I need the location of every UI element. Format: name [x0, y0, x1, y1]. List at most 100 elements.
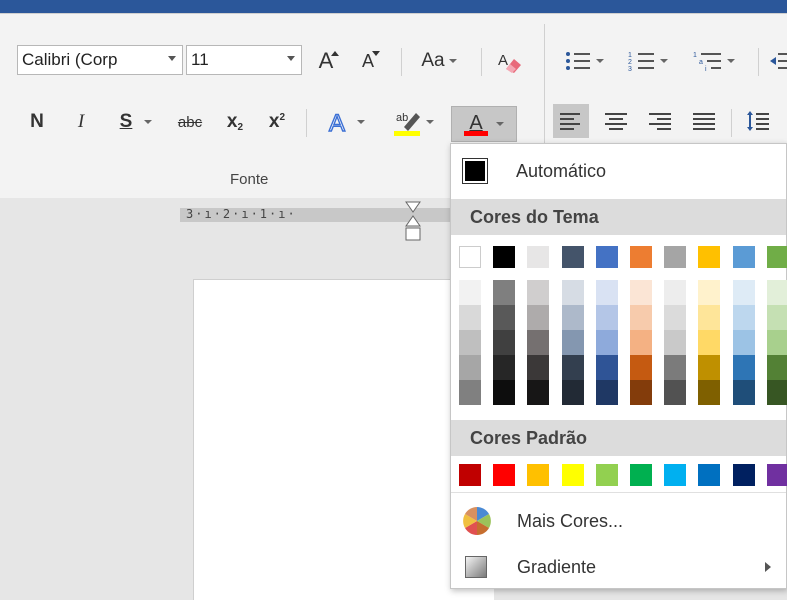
theme-shade-swatch[interactable]: [732, 355, 755, 380]
theme-shade-swatch[interactable]: [493, 330, 516, 355]
theme-shade-swatch[interactable]: [766, 280, 787, 305]
font-color-button[interactable]: A: [451, 106, 517, 142]
theme-shade-swatch[interactable]: [459, 355, 481, 380]
theme-color-swatch[interactable]: [698, 246, 721, 268]
theme-color-swatch[interactable]: [459, 246, 481, 268]
theme-shade-swatch[interactable]: [459, 305, 481, 330]
standard-color-swatch[interactable]: [766, 464, 787, 486]
standard-color-swatch[interactable]: [561, 464, 584, 486]
theme-shade-swatch[interactable]: [493, 305, 516, 330]
theme-shade-swatch[interactable]: [698, 355, 721, 380]
theme-shade-swatch[interactable]: [698, 305, 721, 330]
theme-shade-swatch[interactable]: [698, 330, 721, 355]
theme-shade-swatch[interactable]: [459, 280, 481, 305]
theme-color-swatch[interactable]: [493, 246, 516, 268]
standard-color-swatch[interactable]: [493, 464, 516, 486]
chevron-down-icon[interactable]: [287, 56, 295, 61]
theme-shade-swatch[interactable]: [630, 380, 652, 405]
theme-shade-swatch[interactable]: [527, 280, 550, 305]
theme-shade-swatch[interactable]: [630, 355, 652, 380]
theme-shade-swatch[interactable]: [664, 305, 687, 330]
theme-shade-swatch[interactable]: [561, 280, 584, 305]
underline-button[interactable]: S: [110, 107, 162, 137]
decrease-indent-button[interactable]: [766, 46, 787, 76]
bullets-button[interactable]: [556, 46, 612, 76]
shrink-font-button[interactable]: A: [354, 47, 388, 75]
theme-shade-swatch[interactable]: [630, 305, 652, 330]
theme-shade-swatch[interactable]: [664, 380, 687, 405]
standard-color-swatch[interactable]: [732, 464, 755, 486]
theme-shade-swatch[interactable]: [595, 355, 618, 380]
document-page[interactable]: [193, 279, 494, 600]
font-name-combo[interactable]: Calibri (Corp: [17, 45, 183, 75]
theme-shade-swatch[interactable]: [493, 380, 516, 405]
superscript-button[interactable]: x2: [262, 107, 292, 137]
standard-color-swatch[interactable]: [664, 464, 687, 486]
change-case-button[interactable]: Aa: [408, 47, 470, 75]
standard-color-swatch[interactable]: [630, 464, 652, 486]
theme-shade-swatch[interactable]: [766, 330, 787, 355]
theme-shade-swatch[interactable]: [595, 280, 618, 305]
theme-shade-swatch[interactable]: [561, 305, 584, 330]
theme-color-swatch[interactable]: [561, 246, 584, 268]
gradient-item[interactable]: Gradiente: [451, 547, 786, 587]
theme-shade-swatch[interactable]: [459, 380, 481, 405]
theme-shade-swatch[interactable]: [766, 355, 787, 380]
theme-shade-swatch[interactable]: [561, 330, 584, 355]
theme-shade-swatch[interactable]: [630, 330, 652, 355]
theme-color-swatch[interactable]: [766, 246, 787, 268]
theme-shade-swatch[interactable]: [561, 355, 584, 380]
align-left-button[interactable]: [553, 104, 589, 138]
theme-color-swatch[interactable]: [630, 246, 652, 268]
theme-color-swatch[interactable]: [527, 246, 550, 268]
line-spacing-button[interactable]: [740, 104, 776, 138]
theme-color-swatch[interactable]: [732, 246, 755, 268]
theme-shade-swatch[interactable]: [664, 330, 687, 355]
indent-marker-icon[interactable]: [404, 200, 422, 246]
chevron-down-icon[interactable]: [168, 56, 176, 61]
grow-font-button[interactable]: A: [312, 47, 346, 75]
justify-button[interactable]: [686, 104, 722, 138]
theme-shade-swatch[interactable]: [527, 355, 550, 380]
bold-button[interactable]: N: [22, 107, 52, 137]
font-size-combo[interactable]: 11: [186, 45, 302, 75]
align-center-button[interactable]: [598, 104, 634, 138]
theme-shade-swatch[interactable]: [732, 280, 755, 305]
more-colors-item[interactable]: Mais Cores...: [451, 501, 786, 541]
standard-color-swatch[interactable]: [527, 464, 550, 486]
theme-shade-swatch[interactable]: [630, 280, 652, 305]
standard-color-swatch[interactable]: [459, 464, 481, 486]
standard-color-swatch[interactable]: [595, 464, 618, 486]
text-highlight-button[interactable]: ab: [384, 107, 442, 137]
theme-shade-swatch[interactable]: [732, 380, 755, 405]
strikethrough-button[interactable]: abc: [172, 107, 208, 137]
theme-shade-swatch[interactable]: [493, 280, 516, 305]
theme-shade-swatch[interactable]: [527, 330, 550, 355]
theme-shade-swatch[interactable]: [527, 305, 550, 330]
theme-shade-swatch[interactable]: [595, 330, 618, 355]
theme-shade-swatch[interactable]: [493, 355, 516, 380]
clear-formatting-button[interactable]: A: [489, 46, 529, 76]
theme-shade-swatch[interactable]: [698, 280, 721, 305]
theme-shade-swatch[interactable]: [732, 305, 755, 330]
theme-shade-swatch[interactable]: [595, 380, 618, 405]
automatic-color-item[interactable]: Automático: [451, 151, 786, 191]
subscript-button[interactable]: x2: [220, 107, 250, 137]
standard-color-swatch[interactable]: [698, 464, 721, 486]
italic-button[interactable]: I: [66, 107, 96, 137]
align-right-button[interactable]: [642, 104, 678, 138]
theme-shade-swatch[interactable]: [766, 380, 787, 405]
theme-shade-swatch[interactable]: [732, 330, 755, 355]
theme-shade-swatch[interactable]: [595, 305, 618, 330]
theme-shade-swatch[interactable]: [527, 380, 550, 405]
theme-shade-swatch[interactable]: [766, 305, 787, 330]
theme-shade-swatch[interactable]: [561, 380, 584, 405]
multilevel-list-button[interactable]: 1 a i: [684, 46, 744, 76]
text-effects-button[interactable]: A: [318, 107, 374, 137]
theme-shade-swatch[interactable]: [664, 355, 687, 380]
theme-shade-swatch[interactable]: [664, 280, 687, 305]
theme-shade-swatch[interactable]: [459, 330, 481, 355]
numbering-button[interactable]: 123: [620, 46, 676, 76]
theme-color-swatch[interactable]: [664, 246, 687, 268]
theme-shade-swatch[interactable]: [698, 380, 721, 405]
